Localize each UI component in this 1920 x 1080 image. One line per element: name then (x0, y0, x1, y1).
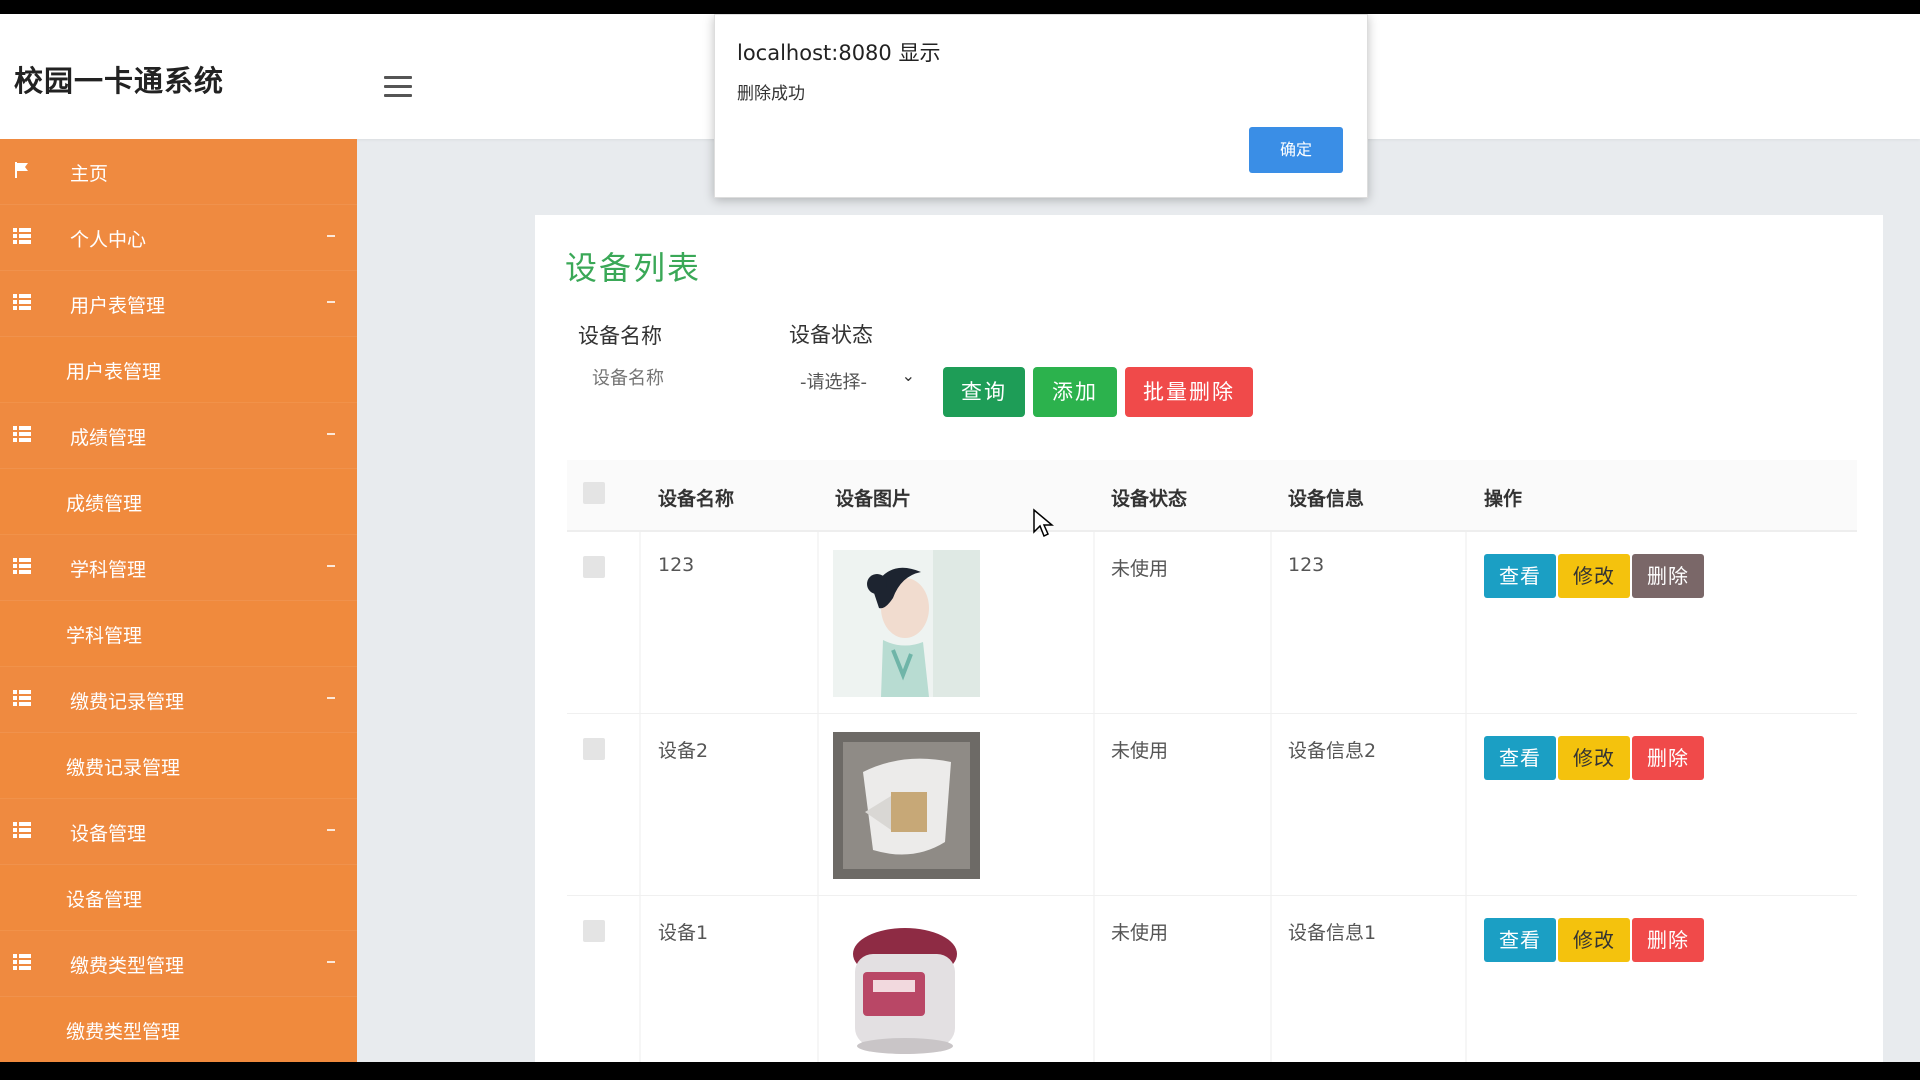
col-header-status: 设备状态 (1111, 488, 1188, 510)
device-status-select[interactable]: -请选择- ⌄ (775, 357, 923, 401)
sidebar-item-grades[interactable]: 成绩管理 (0, 403, 357, 469)
sidebar-item-label: 个人中心 (70, 229, 147, 251)
cell-status: 未使用 (1111, 558, 1169, 580)
cell-status: 未使用 (1111, 740, 1169, 762)
edit-button[interactable]: 修改 (1558, 736, 1630, 780)
sidebar-item-home[interactable]: 主页 (0, 139, 357, 205)
dialog-title: localhost:8080 显示 (737, 41, 941, 65)
sidebar-item-label: 成绩管理 (70, 427, 147, 449)
sidebar-item-label: 设备管理 (66, 889, 143, 911)
sidebar-item-payment-records[interactable]: 缴费记录管理 (0, 667, 357, 733)
grid-icon (13, 228, 31, 244)
sidebar-item-label: 设备管理 (70, 823, 147, 845)
sidebar-item-subjects[interactable]: 学科管理 (0, 535, 357, 601)
sidebar-item-label: 学科管理 (66, 625, 143, 647)
sidebar-subitem-payment-records[interactable]: 缴费记录管理 (0, 733, 357, 799)
row-checkbox[interactable] (583, 738, 605, 760)
sidebar-subitem-subjects[interactable]: 学科管理 (0, 601, 357, 667)
cell-name: 设备2 (658, 740, 709, 762)
table-row: 123 未使用 123 查看 修改 删除 (567, 532, 1857, 714)
delete-button[interactable]: 删除 (1632, 554, 1704, 598)
sidebar-item-payment-types[interactable]: 缴费类型管理 (0, 931, 357, 997)
col-header-image: 设备图片 (835, 488, 912, 510)
sidebar-subitem-payment-types[interactable]: 缴费类型管理 (0, 997, 357, 1062)
mouse-pointer-icon (1033, 508, 1054, 538)
add-button[interactable]: 添加 (1033, 367, 1117, 417)
menu-toggle-icon[interactable] (384, 76, 412, 98)
edit-button[interactable]: 修改 (1558, 554, 1630, 598)
col-header-actions: 操作 (1484, 488, 1523, 510)
sidebar-item-label: 主页 (70, 163, 109, 185)
delete-button[interactable]: 删除 (1632, 736, 1704, 780)
device-image (833, 732, 980, 879)
device-image (833, 550, 980, 697)
collapse-icon (327, 433, 335, 435)
dialog-ok-button[interactable]: 确定 (1249, 127, 1343, 173)
device-name-input[interactable] (577, 355, 767, 401)
sidebar-item-profile[interactable]: 个人中心 (0, 205, 357, 271)
collapse-icon (327, 697, 335, 699)
sidebar-item-label: 缴费记录管理 (70, 691, 185, 713)
table-header: 设备名称 设备图片 设备状态 设备信息 操作 (567, 460, 1857, 532)
device-table: 设备名称 设备图片 设备状态 设备信息 操作 123 未使用 123 查看 修改… (567, 460, 1857, 1062)
collapse-icon (327, 235, 335, 237)
delete-button[interactable]: 删除 (1632, 918, 1704, 962)
chevron-down-icon: ⌄ (901, 366, 915, 385)
flag-icon (15, 162, 28, 178)
alert-dialog: localhost:8080 显示 删除成功 确定 (714, 14, 1368, 198)
collapse-icon (327, 961, 335, 963)
select-value: -请选择- (800, 372, 867, 393)
grid-icon (13, 690, 31, 706)
row-checkbox[interactable] (583, 556, 605, 578)
table-row: 设备1 未使用 设备信息1 查看 修改 删除 (567, 896, 1857, 1062)
col-header-name: 设备名称 (658, 488, 735, 510)
app-brand: 校园一卡通系统 (14, 64, 225, 98)
query-button[interactable]: 查询 (943, 367, 1025, 417)
collapse-icon (327, 565, 335, 567)
sidebar-item-label: 缴费记录管理 (66, 757, 181, 779)
device-image (833, 914, 980, 1061)
sidebar-item-label: 缴费类型管理 (70, 955, 185, 977)
sidebar-subitem-grades[interactable]: 成绩管理 (0, 469, 357, 535)
view-button[interactable]: 查看 (1484, 918, 1556, 962)
view-button[interactable]: 查看 (1484, 736, 1556, 780)
cell-info: 设备信息1 (1288, 922, 1377, 944)
sidebar-item-label: 缴费类型管理 (66, 1021, 181, 1043)
select-all-checkbox[interactable] (583, 482, 605, 504)
collapse-icon (327, 829, 335, 831)
cell-name: 123 (658, 554, 695, 576)
table-row: 设备2 未使用 设备信息2 查看 修改 删除 (567, 714, 1857, 896)
sidebar-item-label: 成绩管理 (66, 493, 143, 515)
device-name-label: 设备名称 (578, 324, 662, 348)
edit-button[interactable]: 修改 (1558, 918, 1630, 962)
sidebar-subitem-user-table[interactable]: 用户表管理 (0, 337, 357, 403)
collapse-icon (327, 301, 335, 303)
cell-info: 123 (1288, 554, 1325, 576)
dialog-message: 删除成功 (737, 84, 805, 104)
cell-status: 未使用 (1111, 922, 1169, 944)
grid-icon (13, 294, 31, 310)
grid-icon (13, 822, 31, 838)
device-status-label: 设备状态 (789, 323, 873, 347)
row-checkbox[interactable] (583, 920, 605, 942)
view-button[interactable]: 查看 (1484, 554, 1556, 598)
page-title: 设备列表 (565, 249, 702, 287)
batch-delete-button[interactable]: 批量删除 (1125, 367, 1253, 417)
sidebar-item-label: 用户表管理 (70, 295, 166, 317)
sidebar-item-user-table[interactable]: 用户表管理 (0, 271, 357, 337)
sidebar: 主页 个人中心 用户表管理 用户表管理 成绩管理 成绩管理 学科管理 学科管理 … (0, 139, 357, 1062)
cell-name: 设备1 (658, 922, 709, 944)
sidebar-item-label: 学科管理 (70, 559, 147, 581)
grid-icon (13, 426, 31, 442)
grid-icon (13, 954, 31, 970)
sidebar-item-label: 用户表管理 (66, 361, 162, 383)
cell-info: 设备信息2 (1288, 740, 1377, 762)
sidebar-subitem-devices[interactable]: 设备管理 (0, 865, 357, 931)
app-screen: 校园一卡通系统 主页 个人中心 用户表管理 用户表管理 成绩管理 成绩管理 学科… (0, 14, 1920, 1062)
grid-icon (13, 558, 31, 574)
col-header-info: 设备信息 (1288, 488, 1365, 510)
device-list-card: 设备列表 设备名称 设备状态 -请选择- ⌄ 查询 添加 批量删除 设备名称 设… (535, 215, 1883, 1062)
sidebar-item-devices[interactable]: 设备管理 (0, 799, 357, 865)
